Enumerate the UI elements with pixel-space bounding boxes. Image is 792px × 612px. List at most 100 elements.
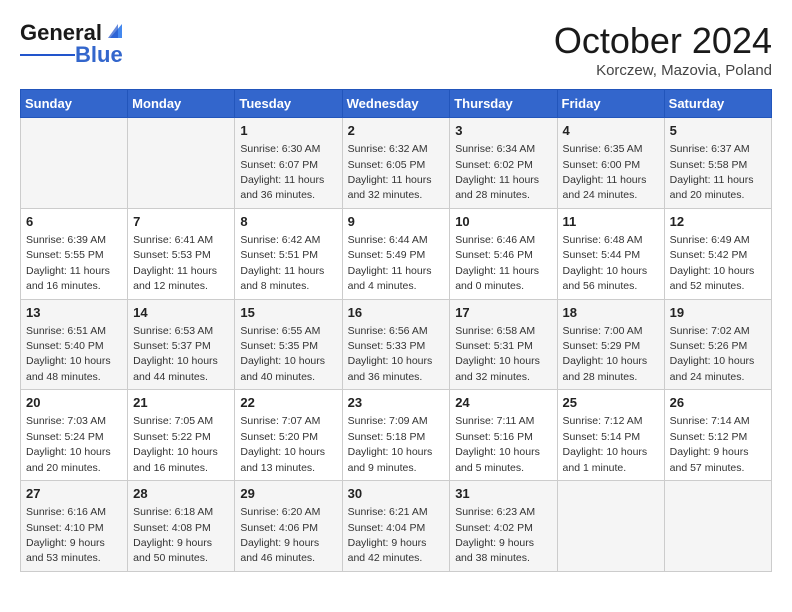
day-number: 8 <box>240 213 336 231</box>
day-number: 20 <box>26 394 122 412</box>
day-info: Sunrise: 6:53 AMSunset: 5:37 PMDaylight:… <box>133 325 218 383</box>
day-info: Sunrise: 6:35 AMSunset: 6:00 PMDaylight:… <box>563 143 647 201</box>
day-number: 6 <box>26 213 122 231</box>
day-header-friday: Friday <box>557 90 664 118</box>
page-header: General Blue October 2024 Korczew, Mazov… <box>20 20 772 79</box>
day-header-wednesday: Wednesday <box>342 90 450 118</box>
calendar-cell: 7Sunrise: 6:41 AMSunset: 5:53 PMDaylight… <box>128 208 235 299</box>
day-number: 19 <box>670 304 766 322</box>
day-number: 29 <box>240 485 336 503</box>
day-number: 9 <box>348 213 445 231</box>
day-number: 1 <box>240 122 336 140</box>
day-info: Sunrise: 6:46 AMSunset: 5:46 PMDaylight:… <box>455 234 539 292</box>
calendar-cell: 26 Sunrise: 7:14 AMSunset: 5:12 PMDayligh… <box>664 390 771 481</box>
calendar-cell: 18Sunrise: 7:00 AMSunset: 5:29 PMDayligh… <box>557 299 664 390</box>
day-number: 7 <box>133 213 229 231</box>
day-info: Sunrise: 6:20 AMSunset: 4:06 PMDaylight:… <box>240 506 320 564</box>
day-info: Sunrise: 7:00 AMSunset: 5:29 PMDaylight:… <box>563 325 648 383</box>
calendar-cell: 24 Sunrise: 7:11 AMSunset: 5:16 PMDayligh… <box>450 390 557 481</box>
day-info: Sunrise: 7:09 AMSunset: 5:18 PMDaylight:… <box>348 415 433 473</box>
day-number: 31 <box>455 485 551 503</box>
day-number: 21 <box>133 394 229 412</box>
day-number: 26 <box>670 394 766 412</box>
day-header-thursday: Thursday <box>450 90 557 118</box>
calendar-cell: 15 Sunrise: 6:55 AMSunset: 5:35 PMDayligh… <box>235 299 342 390</box>
calendar-cell: 12Sunrise: 6:49 AMSunset: 5:42 PMDayligh… <box>664 208 771 299</box>
logo-icon <box>104 20 126 42</box>
calendar-week: 1Sunrise: 6:30 AMSunset: 6:07 PMDaylight… <box>21 118 772 209</box>
calendar-cell: 8Sunrise: 6:42 AMSunset: 5:51 PMDaylight… <box>235 208 342 299</box>
location: Korczew, Mazovia, Poland <box>554 62 772 79</box>
calendar-cell: 11Sunrise: 6:48 AMSunset: 5:44 PMDayligh… <box>557 208 664 299</box>
calendar-cell: 17 Sunrise: 6:58 AMSunset: 5:31 PMDayligh… <box>450 299 557 390</box>
calendar-cell: 2 Sunrise: 6:32 AMSunset: 6:05 PMDaylight… <box>342 118 450 209</box>
calendar-cell <box>557 481 664 572</box>
day-header-monday: Monday <box>128 90 235 118</box>
calendar-cell: 20Sunrise: 7:03 AMSunset: 5:24 PMDayligh… <box>21 390 128 481</box>
day-info: Sunrise: 7:02 AMSunset: 5:26 PMDaylight:… <box>670 325 755 383</box>
day-info: Sunrise: 7:12 AMSunset: 5:14 PMDaylight:… <box>563 415 648 473</box>
logo: General Blue <box>20 20 126 68</box>
calendar-cell: 19 Sunrise: 7:02 AMSunset: 5:26 PMDayligh… <box>664 299 771 390</box>
day-info: Sunrise: 7:11 AMSunset: 5:16 PMDaylight:… <box>455 415 540 473</box>
calendar-cell: 22Sunrise: 7:07 AMSunset: 5:20 PMDayligh… <box>235 390 342 481</box>
day-info: Sunrise: 6:32 AMSunset: 6:05 PMDaylight:… <box>348 143 432 201</box>
calendar-header: SundayMondayTuesdayWednesdayThursdayFrid… <box>21 90 772 118</box>
calendar-week: 6Sunrise: 6:39 AMSunset: 5:55 PMDaylight… <box>21 208 772 299</box>
logo-underline <box>20 54 75 57</box>
day-number: 3 <box>455 122 551 140</box>
day-info: Sunrise: 7:14 AMSunset: 5:12 PMDaylight:… <box>670 415 750 473</box>
calendar-cell: 13 Sunrise: 6:51 AMSunset: 5:40 PMDayligh… <box>21 299 128 390</box>
calendar-cell: 4 Sunrise: 6:35 AMSunset: 6:00 PMDaylight… <box>557 118 664 209</box>
calendar-cell <box>128 118 235 209</box>
calendar-cell: 21 Sunrise: 7:05 AMSunset: 5:22 PMDayligh… <box>128 390 235 481</box>
day-number: 4 <box>563 122 659 140</box>
calendar-cell: 31Sunrise: 6:23 AMSunset: 4:02 PMDayligh… <box>450 481 557 572</box>
calendar-cell: 25 Sunrise: 7:12 AMSunset: 5:14 PMDayligh… <box>557 390 664 481</box>
day-number: 25 <box>563 394 659 412</box>
day-number: 23 <box>348 394 445 412</box>
calendar-week: 27 Sunrise: 6:16 AMSunset: 4:10 PMDayligh… <box>21 481 772 572</box>
day-number: 28 <box>133 485 229 503</box>
day-info: Sunrise: 6:16 AMSunset: 4:10 PMDaylight:… <box>26 506 106 564</box>
day-number: 16 <box>348 304 445 322</box>
calendar-cell: 14 Sunrise: 6:53 AMSunset: 5:37 PMDayligh… <box>128 299 235 390</box>
calendar-cell: 3 Sunrise: 6:34 AMSunset: 6:02 PMDaylight… <box>450 118 557 209</box>
calendar-table: SundayMondayTuesdayWednesdayThursdayFrid… <box>20 89 772 572</box>
day-number: 14 <box>133 304 229 322</box>
day-info: Sunrise: 6:58 AMSunset: 5:31 PMDaylight:… <box>455 325 540 383</box>
day-info: Sunrise: 6:48 AMSunset: 5:44 PMDaylight:… <box>563 234 648 292</box>
title-block: October 2024 Korczew, Mazovia, Poland <box>554 20 772 79</box>
calendar-cell: 9Sunrise: 6:44 AMSunset: 5:49 PMDaylight… <box>342 208 450 299</box>
calendar-cell <box>21 118 128 209</box>
day-info: Sunrise: 6:55 AMSunset: 5:35 PMDaylight:… <box>240 325 325 383</box>
day-number: 10 <box>455 213 551 231</box>
day-number: 30 <box>348 485 445 503</box>
day-info: Sunrise: 6:18 AMSunset: 4:08 PMDaylight:… <box>133 506 213 564</box>
month-title: October 2024 <box>554 20 772 62</box>
calendar-cell: 16Sunrise: 6:56 AMSunset: 5:33 PMDayligh… <box>342 299 450 390</box>
calendar-cell: 1Sunrise: 6:30 AMSunset: 6:07 PMDaylight… <box>235 118 342 209</box>
day-number: 27 <box>26 485 122 503</box>
day-info: Sunrise: 6:34 AMSunset: 6:02 PMDaylight:… <box>455 143 539 201</box>
logo-blue: Blue <box>75 42 123 68</box>
day-info: Sunrise: 6:51 AMSunset: 5:40 PMDaylight:… <box>26 325 111 383</box>
calendar-cell <box>664 481 771 572</box>
day-number: 24 <box>455 394 551 412</box>
day-info: Sunrise: 6:49 AMSunset: 5:42 PMDaylight:… <box>670 234 755 292</box>
day-info: Sunrise: 7:05 AMSunset: 5:22 PMDaylight:… <box>133 415 218 473</box>
day-info: Sunrise: 6:21 AMSunset: 4:04 PMDaylight:… <box>348 506 428 564</box>
day-header-saturday: Saturday <box>664 90 771 118</box>
day-number: 2 <box>348 122 445 140</box>
day-number: 17 <box>455 304 551 322</box>
day-number: 13 <box>26 304 122 322</box>
day-header-sunday: Sunday <box>21 90 128 118</box>
day-number: 15 <box>240 304 336 322</box>
calendar-cell: 30 Sunrise: 6:21 AMSunset: 4:04 PMDayligh… <box>342 481 450 572</box>
calendar-cell: 6Sunrise: 6:39 AMSunset: 5:55 PMDaylight… <box>21 208 128 299</box>
calendar-cell: 23 Sunrise: 7:09 AMSunset: 5:18 PMDayligh… <box>342 390 450 481</box>
calendar-week: 13 Sunrise: 6:51 AMSunset: 5:40 PMDayligh… <box>21 299 772 390</box>
calendar-cell: 10 Sunrise: 6:46 AMSunset: 5:46 PMDayligh… <box>450 208 557 299</box>
calendar-cell: 28 Sunrise: 6:18 AMSunset: 4:08 PMDayligh… <box>128 481 235 572</box>
day-header-tuesday: Tuesday <box>235 90 342 118</box>
